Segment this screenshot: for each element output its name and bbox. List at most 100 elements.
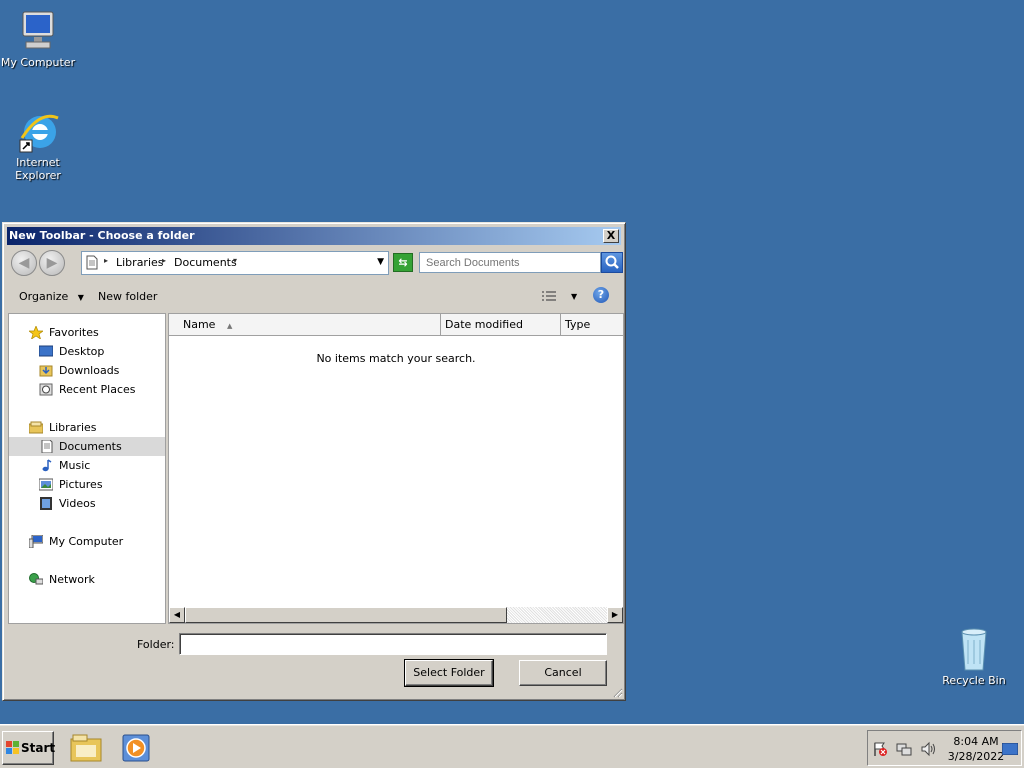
computer-icon [29,535,43,548]
action-center-flag-icon[interactable] [872,741,888,757]
refresh-icon: ⇆ [398,256,408,269]
organize-button[interactable]: Organize ▼ [19,290,84,303]
column-label: Date modified [445,318,523,331]
file-list[interactable]: Name ▲ Date modified Type No items match… [168,313,624,624]
forward-arrow-icon: ▶ [46,255,58,271]
tree-label: Recent Places [59,383,136,396]
sort-ascending-icon: ▲ [226,322,233,330]
tree-item-libraries[interactable]: Libraries [29,418,97,437]
tree-item-downloads[interactable]: Downloads [39,361,119,380]
column-header-type[interactable]: Type [561,314,623,336]
recycle-bin-icon [950,626,998,671]
desktop-icon-internet-explorer[interactable]: Internet Explorer [0,110,76,182]
search-icon [605,255,619,269]
notification-area: 8:04 AM 3/28/2022 [867,730,1022,766]
back-arrow-icon: ◀ [18,255,30,271]
clock-time: 8:04 AM [953,735,999,748]
tree-label: Pictures [59,478,103,491]
chevron-left-icon: ◀ [173,610,181,619]
folder-label: Folder: [137,638,175,651]
libraries-icon [29,421,43,434]
chevron-down-icon: ▼ [77,293,84,302]
chevron-down-icon[interactable]: ▼ [571,292,577,301]
breadcrumb-arrow-icon[interactable]: ▸ [162,256,166,265]
tree-item-desktop[interactable]: Desktop [39,342,104,361]
tree-label: My Computer [49,535,124,548]
tree-item-documents[interactable]: Documents [9,437,165,456]
help-button[interactable]: ? [593,287,609,303]
tree-item-videos[interactable]: Videos [39,494,96,513]
taskbar: Start 8:04 AM 3/28/2022 [0,724,1024,768]
pictures-icon [39,478,53,491]
resize-grip-icon[interactable] [611,686,623,698]
desktop-icon-label: Recycle Bin [942,674,1006,687]
cancel-button[interactable]: Cancel [519,660,607,686]
start-button[interactable]: Start [2,731,56,765]
documents-icon [41,440,53,453]
scroll-right-button[interactable]: ▶ [607,607,623,623]
windows-explorer-icon[interactable] [70,733,102,763]
scrollbar-thumb[interactable] [185,607,507,623]
close-button[interactable]: X [603,229,619,243]
new-folder-button[interactable]: New folder [98,290,157,303]
column-header-date-modified[interactable]: Date modified [441,314,561,336]
start-label: Start [21,741,56,755]
breadcrumb-documents[interactable]: Documents [174,256,237,269]
navigation-pane: Favorites Desktop Downloads Recent Place… [8,313,166,624]
search-button[interactable] [601,252,623,273]
breadcrumb-libraries[interactable]: Libraries [116,256,164,269]
tree-item-my-computer[interactable]: My Computer [29,532,123,551]
search-input[interactable] [419,252,601,273]
document-icon [86,255,98,270]
refresh-button[interactable]: ⇆ [393,253,413,272]
network-icon[interactable] [896,741,912,757]
desktop-icon-label: Internet Explorer [15,156,61,182]
computer-icon [14,10,62,54]
internet-explorer-icon [14,110,62,154]
view-options-icon[interactable] [541,290,557,302]
desktop-icon [39,345,53,357]
desktop-icon-label: My Computer [0,56,76,69]
dialog-titlebar[interactable]: New Toolbar - Choose a folder X [7,227,621,245]
tree-label: Videos [59,497,96,510]
tree-label: Libraries [49,421,97,434]
tree-label: Favorites [49,326,99,339]
scroll-left-button[interactable]: ◀ [169,607,185,623]
dialog-title: New Toolbar - Choose a folder [9,229,195,242]
tree-item-network[interactable]: Network [29,570,95,589]
breadcrumb-arrow-icon[interactable]: ▸ [104,256,108,265]
music-icon [42,459,52,472]
network-icon [29,573,43,585]
desktop-icon-my-computer[interactable]: My Computer [0,10,76,69]
chevron-right-icon: ▶ [611,610,619,619]
tree-item-pictures[interactable]: Pictures [39,475,103,494]
tree-label: Documents [59,440,122,453]
tree-item-music[interactable]: Music [39,456,90,475]
address-bar[interactable]: ▸ Libraries ▸ Documents ▾ ▼ [81,251,389,275]
folder-input[interactable] [179,633,607,655]
organize-label: Organize [19,290,69,303]
tree-label: Network [49,573,95,586]
desktop-icon-recycle-bin[interactable]: Recycle Bin [936,626,1012,687]
media-player-icon[interactable] [120,733,152,763]
forward-button[interactable]: ▶ [39,250,65,276]
column-header-name[interactable]: Name ▲ [169,314,441,336]
volume-icon[interactable] [920,741,936,757]
select-folder-button[interactable]: Select Folder [404,659,494,687]
breadcrumb-arrow-icon[interactable]: ▾ [233,256,237,265]
empty-message: No items match your search. [316,352,476,365]
tree-label: Desktop [59,345,105,358]
star-icon [29,326,43,339]
clock[interactable]: 8:04 AM 3/28/2022 [946,734,1006,764]
column-label: Name [183,318,216,331]
back-button[interactable]: ◀ [11,250,37,276]
show-desktop-icon[interactable] [1002,743,1018,755]
horizontal-scrollbar[interactable]: ◀ ▶ [169,607,623,623]
tree-item-recent-places[interactable]: Recent Places [39,380,136,399]
command-bar: Organize ▼ New folder ▼ ? [9,283,625,309]
navigation-bar: ◀ ▶ ▸ Libraries ▸ Documents ▾ ▼ ⇆ [9,249,625,277]
videos-icon [40,497,52,510]
tree-item-favorites[interactable]: Favorites [29,323,99,342]
clock-date: 3/28/2022 [947,750,1005,763]
chevron-down-icon[interactable]: ▼ [377,257,384,267]
